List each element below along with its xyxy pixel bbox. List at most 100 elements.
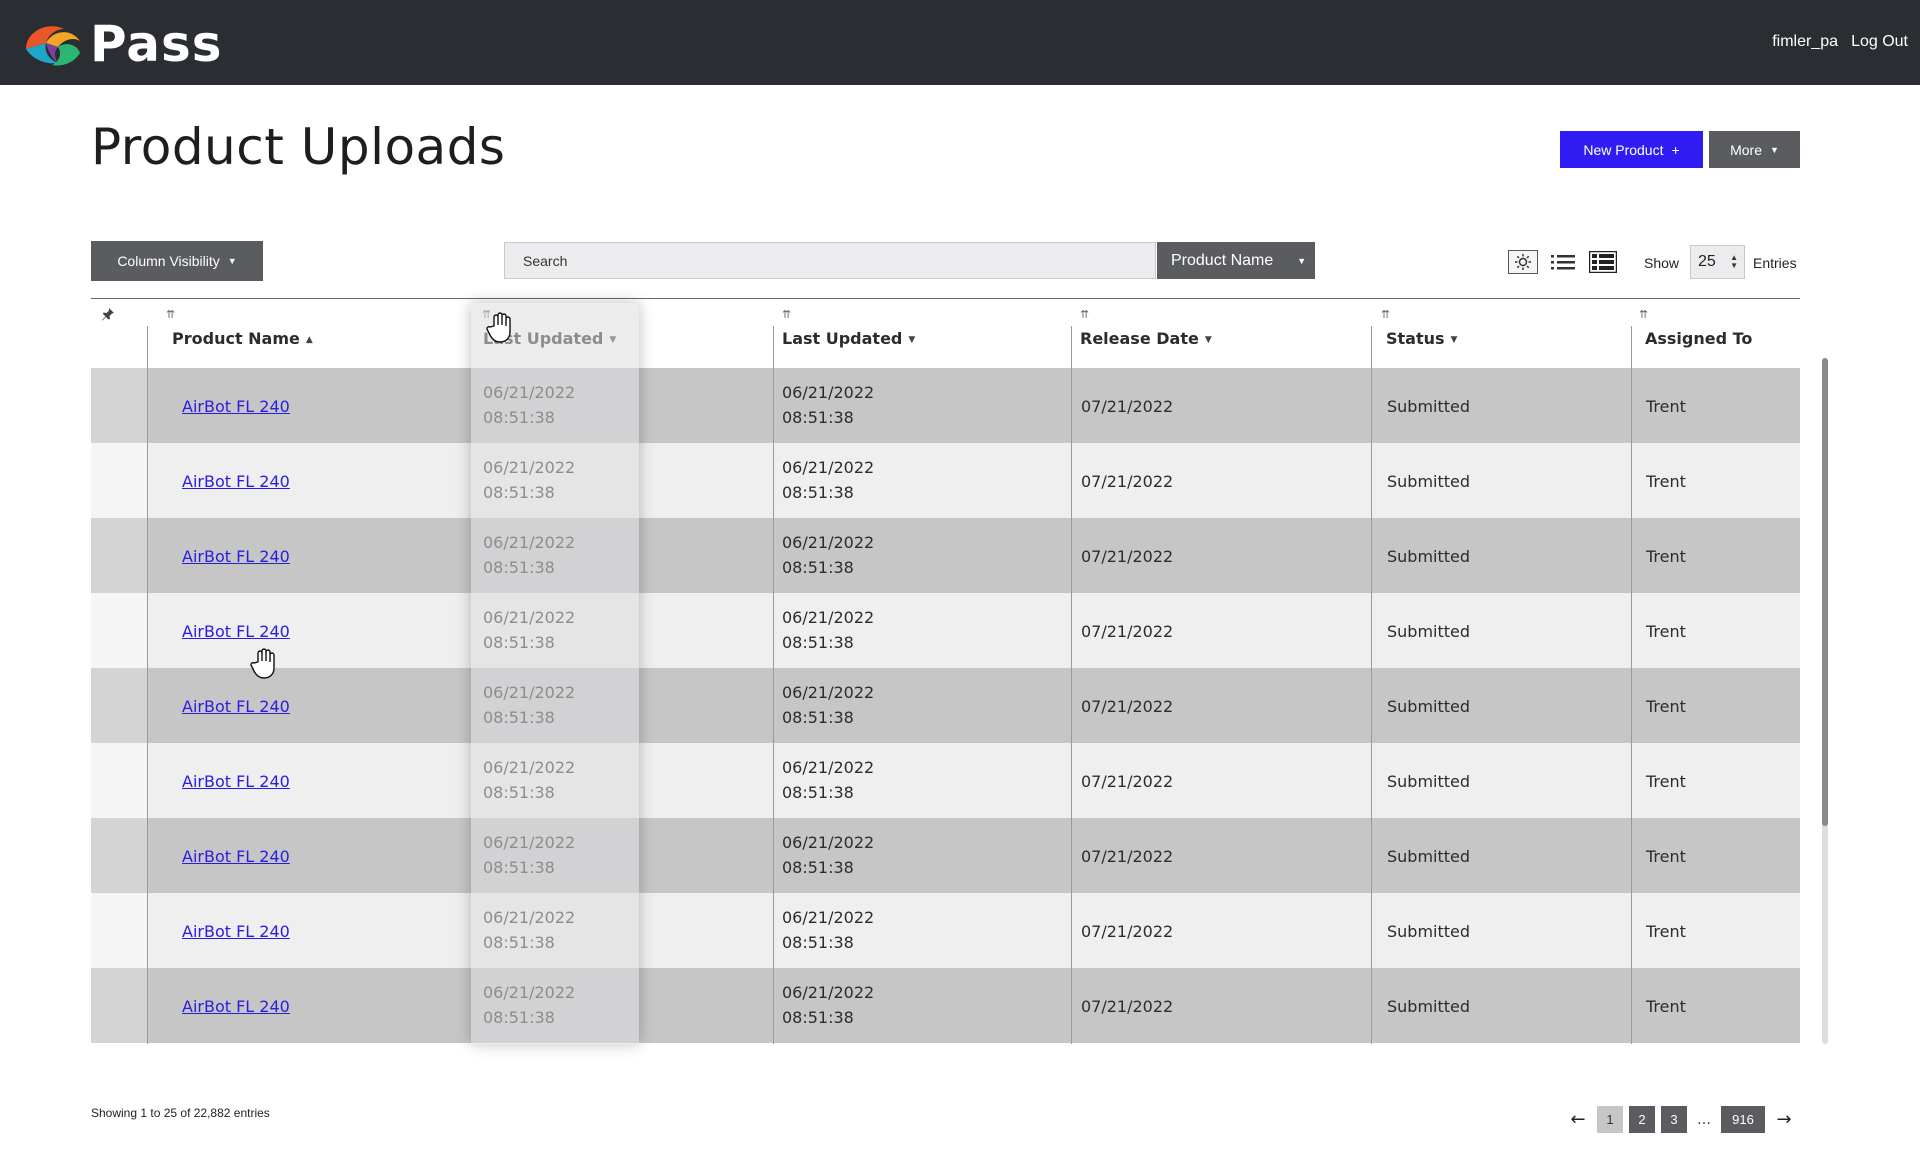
page-button-last[interactable]: 916: [1721, 1106, 1765, 1133]
column-visibility-button[interactable]: Column Visibility ▼: [91, 241, 263, 281]
assigned-to: Trent: [1646, 622, 1686, 641]
last-updated-2-date: 06/21/2022: [782, 383, 875, 402]
last-updated-1-date: 06/21/2022: [483, 983, 576, 1002]
column-resize-icon[interactable]: ⇈: [782, 308, 791, 321]
sort-icon[interactable]: ▼: [908, 335, 915, 345]
caret-down-icon: ▼: [227, 256, 237, 266]
last-updated-1-time: 08:51:38: [483, 933, 555, 952]
status: Submitted: [1387, 922, 1471, 941]
pin-icon[interactable]: [101, 307, 115, 321]
status: Submitted: [1387, 697, 1471, 716]
product-name-link[interactable]: AirBot FL 240: [182, 769, 290, 794]
pin-cell[interactable]: [91, 743, 148, 818]
assigned-to: Trent: [1646, 772, 1686, 791]
pin-cell[interactable]: [91, 818, 148, 893]
table-row[interactable]: AirBot FL 240 06/21/2022 08:51:38 06/21/202…: [91, 968, 1800, 1043]
pin-cell[interactable]: [91, 518, 148, 593]
new-product-button[interactable]: New Product +: [1560, 131, 1703, 168]
page-button-1[interactable]: 1: [1597, 1106, 1623, 1133]
last-updated-1-date: 06/21/2022: [483, 683, 576, 702]
product-name-link[interactable]: AirBot FL 240: [182, 619, 290, 644]
next-arrow-icon[interactable]: →: [1771, 1109, 1797, 1130]
column-resize-icon[interactable]: ⇈: [1381, 308, 1390, 321]
product-name-link[interactable]: AirBot FL 240: [182, 394, 290, 419]
pin-cell[interactable]: [91, 668, 148, 743]
last-updated-2-time: 08:51:38: [782, 708, 854, 727]
last-updated-2-time: 08:51:38: [782, 483, 854, 502]
entries-label: Entries: [1753, 255, 1797, 271]
pin-cell[interactable]: [91, 368, 148, 443]
search-field-label: Product Name: [1171, 251, 1274, 269]
column-resize-icon[interactable]: ⇈: [482, 308, 491, 321]
last-updated-1-time: 08:51:38: [483, 558, 555, 577]
pin-cell[interactable]: [91, 593, 148, 668]
product-name-link[interactable]: AirBot FL 240: [182, 544, 290, 569]
status: Submitted: [1387, 397, 1471, 416]
assigned-to: Trent: [1646, 697, 1686, 716]
table-row[interactable]: AirBot FL 240 06/21/2022 08:51:38 06/21/202…: [91, 668, 1800, 743]
pass-logo-icon[interactable]: [18, 19, 84, 69]
col-header-status[interactable]: ⇈ Status ▼: [1371, 299, 1630, 368]
release-date: 07/21/2022: [1081, 397, 1174, 416]
search-field-select[interactable]: Product Name ▼: [1157, 242, 1315, 279]
last-updated-2-time: 08:51:38: [782, 558, 854, 577]
username[interactable]: fimler_pa: [1772, 33, 1838, 51]
table-row[interactable]: AirBot FL 240 06/21/2022 08:51:38 06/21/202…: [91, 443, 1800, 518]
brightness-icon[interactable]: [1508, 250, 1538, 274]
status: Submitted: [1387, 472, 1471, 491]
table-row[interactable]: AirBot FL 240 06/21/2022 08:51:38 06/21/202…: [91, 518, 1800, 593]
pin-cell[interactable]: [91, 968, 148, 1043]
page-button-3[interactable]: 3: [1661, 1106, 1687, 1133]
page-button-2[interactable]: 2: [1629, 1106, 1655, 1133]
pin-cell[interactable]: [91, 443, 148, 518]
assigned-to: Trent: [1646, 997, 1686, 1016]
column-divider: [1071, 326, 1072, 1044]
col-header-assigned-to[interactable]: ⇈ Assigned To: [1631, 299, 1800, 368]
logout-link[interactable]: Log Out: [1851, 33, 1908, 51]
col-header-last-updated-1[interactable]: ⇈ Last Updated ▼: [471, 299, 639, 368]
prev-arrow-icon[interactable]: ←: [1565, 1109, 1591, 1130]
table-row[interactable]: AirBot FL 240 06/21/2022 08:51:38 06/21/202…: [91, 818, 1800, 893]
sort-icon[interactable]: ▼: [1205, 335, 1212, 345]
column-resize-icon[interactable]: ⇈: [1639, 308, 1648, 321]
column-visibility-label: Column Visibility: [117, 253, 220, 269]
table-view-icon[interactable]: [1588, 250, 1618, 274]
last-updated-2-time: 08:51:38: [782, 633, 854, 652]
product-name-link[interactable]: AirBot FL 240: [182, 919, 290, 944]
table-row[interactable]: AirBot FL 240 06/21/2022 08:51:38 06/21/202…: [91, 593, 1800, 668]
product-name-link[interactable]: AirBot FL 240: [182, 469, 290, 494]
last-updated-2-time: 08:51:38: [782, 408, 854, 427]
sort-icon[interactable]: ▼: [1451, 335, 1458, 345]
table-row[interactable]: AirBot FL 240 06/21/2022 08:51:38 06/21/202…: [91, 893, 1800, 968]
pin-cell[interactable]: [91, 893, 148, 968]
release-date: 07/21/2022: [1081, 547, 1174, 566]
product-name-link[interactable]: AirBot FL 240: [182, 844, 290, 869]
col-header-last-updated-2[interactable]: ⇈ Last Updated ▼: [774, 299, 1070, 368]
table-row[interactable]: AirBot FL 240 06/21/2022 08:51:38 06/21/202…: [91, 743, 1800, 818]
last-updated-1-time: 08:51:38: [483, 408, 555, 427]
column-resize-icon[interactable]: ⇈: [1080, 308, 1089, 321]
col-header-release-date[interactable]: ⇈ Release Date ▼: [1072, 299, 1370, 368]
column-divider: [1371, 326, 1372, 1044]
search-input[interactable]: Search: [504, 242, 1156, 279]
product-name-link[interactable]: AirBot FL 240: [182, 694, 290, 719]
last-updated-1-date: 06/21/2022: [483, 908, 576, 927]
more-button[interactable]: More ▼: [1709, 131, 1800, 168]
last-updated-1-date: 06/21/2022: [483, 533, 576, 552]
col-label-last-updated-1: Last Updated: [483, 329, 604, 348]
view-toggle-group: [1508, 250, 1618, 274]
product-name-link[interactable]: AirBot FL 240: [182, 994, 290, 1019]
col-header-product-name[interactable]: ⇈ Product Name ▲: [148, 299, 471, 368]
last-updated-2-date: 06/21/2022: [782, 683, 875, 702]
sort-icon[interactable]: ▲: [306, 335, 313, 345]
list-view-icon[interactable]: [1548, 250, 1578, 274]
plus-icon: +: [1671, 141, 1680, 158]
products-table: AirBot FL 240 06/21/2022 08:51:38 06/21/202…: [91, 298, 1800, 1044]
page-title: Product Uploads: [91, 118, 506, 176]
entries-per-page-select[interactable]: 25 ▲ ▼: [1690, 245, 1745, 279]
release-date: 07/21/2022: [1081, 847, 1174, 866]
column-resize-icon[interactable]: ⇈: [166, 308, 175, 321]
scrollbar-thumb[interactable]: [1822, 358, 1828, 826]
table-row[interactable]: AirBot FL 240 06/21/2022 08:51:38 06/21/202…: [91, 368, 1800, 443]
sort-icon[interactable]: ▼: [609, 335, 616, 345]
